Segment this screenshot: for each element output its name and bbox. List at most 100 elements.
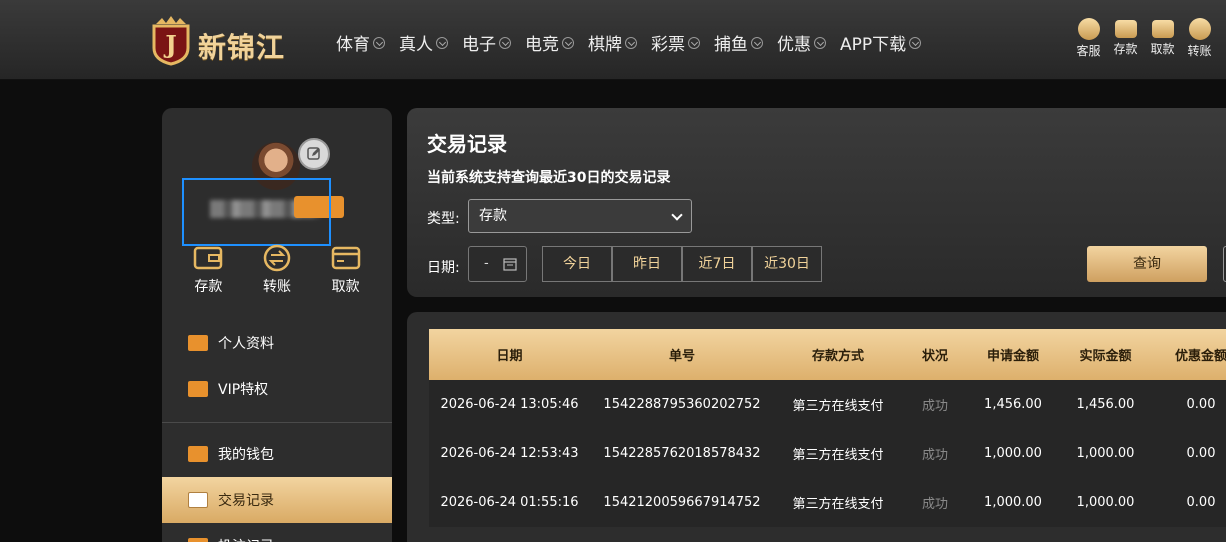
quick-date-button[interactable]: 近30日	[752, 246, 822, 282]
sidebar-item[interactable]: 投注记录	[162, 523, 392, 542]
table-cell: 0.00	[1186, 495, 1216, 510]
wallet-1-button[interactable]: 转账	[247, 244, 307, 296]
nav-item[interactable]: APP下载	[840, 30, 922, 55]
sidebar-item[interactable]: VIP特权	[162, 366, 392, 412]
quick-action-3[interactable]: 转账	[1181, 18, 1218, 59]
table-cell: 1542120059667914752	[603, 495, 761, 510]
column-header: 单号	[668, 349, 695, 364]
page-title: 交易记录	[427, 132, 507, 156]
selection-highlight	[182, 178, 331, 246]
nav-item-label: 电子	[462, 35, 496, 55]
table-cell: 1542288795360202752	[603, 397, 761, 412]
table-cell: 第三方在线支付	[792, 399, 884, 414]
edit-icon	[307, 147, 320, 160]
table-cell: 0.00	[1186, 397, 1216, 412]
query-button[interactable]: 查询	[1087, 246, 1207, 282]
vip-card-icon	[188, 381, 208, 397]
table-cell: 第三方在线支付	[792, 497, 884, 512]
table-cell: 2026-06-24 01:55:16	[440, 495, 579, 510]
type-select[interactable]: 存款	[468, 199, 692, 233]
table-cell: 0.00	[1186, 446, 1216, 461]
menu-divider	[162, 422, 392, 423]
chevron-down-icon	[562, 36, 574, 49]
table-row[interactable]: 2026-06-24 01:55:16 1542120059667914752 第三…	[429, 478, 1226, 527]
transfer-icon	[1188, 18, 1211, 40]
table-cell: 成功	[921, 399, 948, 414]
nav-item[interactable]: 棋牌	[588, 30, 637, 55]
nav-item-label: 电竞	[525, 35, 559, 55]
nav-item[interactable]: 捕鱼	[714, 30, 763, 55]
date-label: 日期:	[427, 260, 460, 276]
piggy-bank-icon	[188, 446, 208, 462]
table-header: 日期 单号 存款方式 状况 申请金额 实际金额 优惠金额	[429, 329, 1226, 380]
table-cell: 2026-06-24 12:53:43	[440, 446, 579, 461]
query-notice: 当前系统支持查询最近30日的交易记录	[427, 170, 671, 186]
quick-date-button[interactable]: 今日	[542, 246, 612, 282]
profile-card-icon	[188, 335, 208, 351]
main-nav: 体育 真人 电子 电竞 棋牌 彩票 捕鱼 优惠 APP下载	[336, 30, 935, 55]
quick-action-label: 转账	[1187, 44, 1212, 58]
date-range-input[interactable]: -	[468, 246, 527, 282]
document-icon	[188, 492, 208, 508]
type-select-value: 存款	[479, 208, 507, 224]
nav-item-label: 体育	[336, 35, 370, 55]
sidebar-item[interactable]: 交易记录	[162, 477, 392, 523]
brand-logo[interactable]: J 新锦江	[148, 14, 313, 66]
chevron-down-icon	[751, 36, 763, 49]
column-header: 日期	[496, 349, 523, 364]
chevron-down-icon	[436, 36, 448, 49]
sidebar-item-label: 我的钱包	[218, 447, 274, 463]
nav-item-label: 优惠	[777, 35, 811, 55]
nav-item-label: 彩票	[651, 35, 685, 55]
transfer-icon	[247, 244, 307, 272]
chevron-down-icon	[373, 36, 385, 49]
quick-action-label: 客服	[1076, 44, 1101, 58]
table-cell: 1,456.00	[984, 397, 1042, 412]
quick-date-button[interactable]: 昨日	[612, 246, 682, 282]
column-header: 状况	[921, 349, 948, 364]
nav-item[interactable]: 体育	[336, 30, 385, 55]
nav-item[interactable]: 真人	[399, 30, 448, 55]
quick-date-button[interactable]: 近7日	[682, 246, 752, 282]
quick-actions: 客服 存款 取款 转账	[1070, 18, 1218, 59]
transactions-panel: 日期 单号 存款方式 状况 申请金额 实际金额 优惠金额 2026-06-24 13:05:…	[407, 312, 1226, 542]
edit-profile-button[interactable]	[298, 138, 330, 170]
sidebar-item[interactable]: 我的钱包	[162, 431, 392, 477]
withdraw-icon	[316, 244, 376, 272]
chevron-down-icon	[688, 36, 700, 49]
table-cell: 1,000.00	[984, 495, 1042, 510]
column-header: 实际金额	[1079, 349, 1132, 364]
sidebar-item[interactable]: 个人资料	[162, 320, 392, 366]
nav-item[interactable]: 优惠	[777, 30, 826, 55]
quick-action-1[interactable]: 存款	[1107, 18, 1144, 59]
nav-item[interactable]: 彩票	[651, 30, 700, 55]
table-cell: 2026-06-24 13:05:46	[440, 397, 579, 412]
sidebar-item-label: 交易记录	[218, 493, 274, 509]
deposit-icon	[178, 244, 238, 272]
table-cell: 第三方在线支付	[792, 448, 884, 463]
wallet-icon	[1114, 20, 1137, 38]
table-row[interactable]: 2026-06-24 12:53:43 1542285762018578432 第三…	[429, 429, 1226, 478]
table-cell: 1,456.00	[1076, 397, 1135, 412]
wallet-2-button[interactable]: 取款	[316, 244, 376, 296]
nav-item[interactable]: 电子	[462, 30, 511, 55]
nav-item[interactable]: 电竞	[525, 30, 574, 55]
quick-action-2[interactable]: 取款	[1144, 18, 1181, 59]
date-range-value: -	[484, 256, 489, 271]
chat-icon	[1077, 18, 1100, 40]
sidebar-menu: 个人资料 VIP特权 我的钱包交易记录投注记录	[162, 320, 392, 542]
wallet-label: 存款	[194, 279, 223, 295]
nav-item-label: 棋牌	[588, 35, 622, 55]
table-cell: 成功	[921, 497, 948, 512]
table-row[interactable]: 2026-06-24 13:05:46 1542288795360202752 第三…	[429, 380, 1226, 429]
wallet-label: 取款	[331, 279, 360, 295]
table-cell: 1,000.00	[984, 446, 1042, 461]
sidebar-item-label: 投注记录	[218, 536, 274, 542]
sidebar-item-label: 个人资料	[218, 336, 274, 352]
wallet-0-button[interactable]: 存款	[178, 244, 238, 296]
top-navbar: J 新锦江 体育 真人 电子 电竞 棋牌 彩票 捕鱼 优惠 APP下载 客服 存款 取款 转账	[0, 0, 1226, 80]
quick-action-0[interactable]: 客服	[1070, 18, 1107, 59]
type-label: 类型:	[427, 211, 460, 227]
nav-item-label: 真人	[399, 35, 433, 55]
brand-name: 新锦江	[198, 31, 286, 64]
